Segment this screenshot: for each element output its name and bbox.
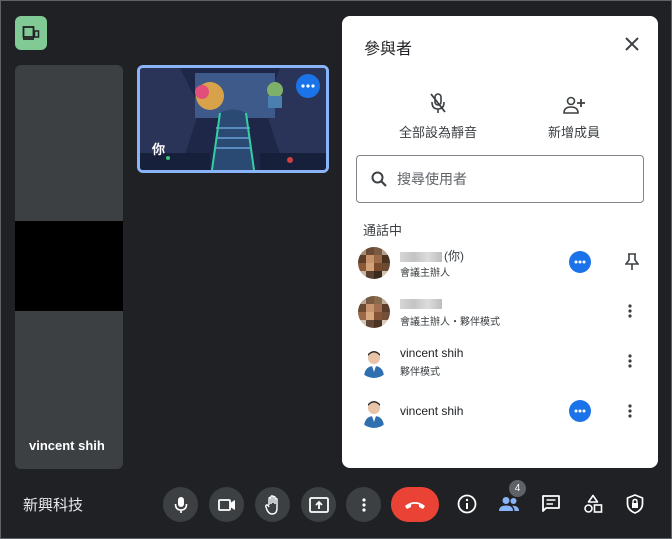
- blurred-name: [400, 298, 442, 309]
- more-vert-icon: [628, 354, 632, 368]
- more-options-button[interactable]: [346, 487, 381, 522]
- close-panel-button[interactable]: [622, 34, 642, 54]
- more-vert-icon: [628, 304, 632, 318]
- mic-button[interactable]: [163, 487, 198, 522]
- participant-row[interactable]: (你) 會議主辦人: [356, 243, 656, 287]
- more-horiz-icon: [574, 409, 586, 413]
- participant-role: 會議主辦人: [400, 268, 450, 279]
- avatar-photo: [358, 396, 390, 428]
- info-icon: [457, 494, 477, 514]
- host-controls-icon: [626, 494, 644, 514]
- avatar-photo: [358, 346, 390, 378]
- blurred-name: [400, 251, 442, 262]
- videocam-icon: [217, 498, 235, 511]
- participants-panel: 參與者 全部設為靜音 新增成員 搜尋使用者 通話中 (你) 會議主辦人 會議主辦…: [342, 16, 658, 468]
- raise-hand-button[interactable]: [255, 487, 290, 522]
- participant-row[interactable]: vincent shih 夥伴模式: [356, 342, 656, 386]
- meeting-name: 新興科技: [23, 497, 84, 514]
- search-box[interactable]: [356, 155, 644, 203]
- participant-count-badge: 4: [509, 480, 526, 497]
- participant-name-suffix: (你): [444, 249, 464, 263]
- participant-name: [400, 296, 444, 310]
- avatar: [358, 296, 390, 328]
- participant-row[interactable]: 會議主辦人・夥伴模式: [356, 292, 656, 336]
- participant-options-button[interactable]: [569, 400, 591, 422]
- activities-button[interactable]: [578, 489, 608, 519]
- in-call-section-label: 通話中: [363, 223, 403, 238]
- avatar: [358, 247, 390, 279]
- camera-button[interactable]: [209, 487, 244, 522]
- raise-hand-icon: [264, 494, 278, 515]
- participant-tile[interactable]: vincent shih: [15, 65, 123, 469]
- tile-options-button[interactable]: [296, 74, 320, 98]
- meeting-details-button[interactable]: [452, 489, 482, 519]
- add-people-button[interactable]: 新增成員: [519, 86, 629, 141]
- mute-all-button[interactable]: 全部設為靜音: [383, 86, 493, 141]
- companion-mode-icon: [22, 26, 40, 40]
- participant-options-button[interactable]: [569, 251, 591, 273]
- add-people-label: 新增成員: [547, 125, 600, 140]
- participant-name: vincent shih: [400, 346, 464, 360]
- mic-off-icon: [430, 93, 446, 113]
- end-call-button[interactable]: [391, 487, 439, 522]
- mute-all-label: 全部設為靜音: [398, 125, 477, 140]
- participant-name: vincent shih: [400, 404, 464, 418]
- chat-button[interactable]: [536, 489, 566, 519]
- more-vert-icon: [628, 404, 632, 418]
- panel-title: 參與者: [364, 41, 413, 58]
- more-horiz-icon: [574, 260, 586, 264]
- participant-role: 會議主辦人・夥伴模式: [400, 317, 500, 328]
- activities-icon: [584, 494, 603, 513]
- self-label: 你: [152, 142, 166, 157]
- participant-options-button[interactable]: [624, 350, 636, 372]
- search-icon: [371, 171, 387, 187]
- companion-mode-button[interactable]: [15, 16, 47, 50]
- host-controls-button[interactable]: [620, 489, 650, 519]
- present-screen-icon: [308, 496, 329, 513]
- bottom-toolbar: 新興科技 4: [1, 480, 671, 530]
- participant-row[interactable]: vincent shih: [356, 392, 656, 436]
- pin-icon: [625, 253, 639, 270]
- people-icon: [499, 497, 519, 511]
- tile-name: vincent shih: [29, 438, 105, 453]
- video-feed: [15, 221, 123, 311]
- avatar: [358, 346, 390, 378]
- more-horiz-icon: [301, 84, 315, 88]
- search-input[interactable]: [397, 171, 617, 187]
- present-button[interactable]: [301, 487, 336, 522]
- mic-icon: [174, 496, 187, 513]
- self-tile[interactable]: 你: [137, 65, 329, 173]
- call-end-icon: [405, 501, 425, 509]
- close-icon: [625, 37, 639, 51]
- chat-icon: [542, 495, 560, 512]
- participant-options-button[interactable]: [624, 300, 636, 322]
- pin-button[interactable]: [624, 251, 640, 273]
- more-vert-icon: [361, 497, 366, 512]
- participant-name: (你): [400, 247, 464, 264]
- avatar: [358, 396, 390, 428]
- person-add-icon: [563, 96, 585, 114]
- participant-role: 夥伴模式: [400, 367, 440, 378]
- participant-more-button[interactable]: [624, 400, 636, 422]
